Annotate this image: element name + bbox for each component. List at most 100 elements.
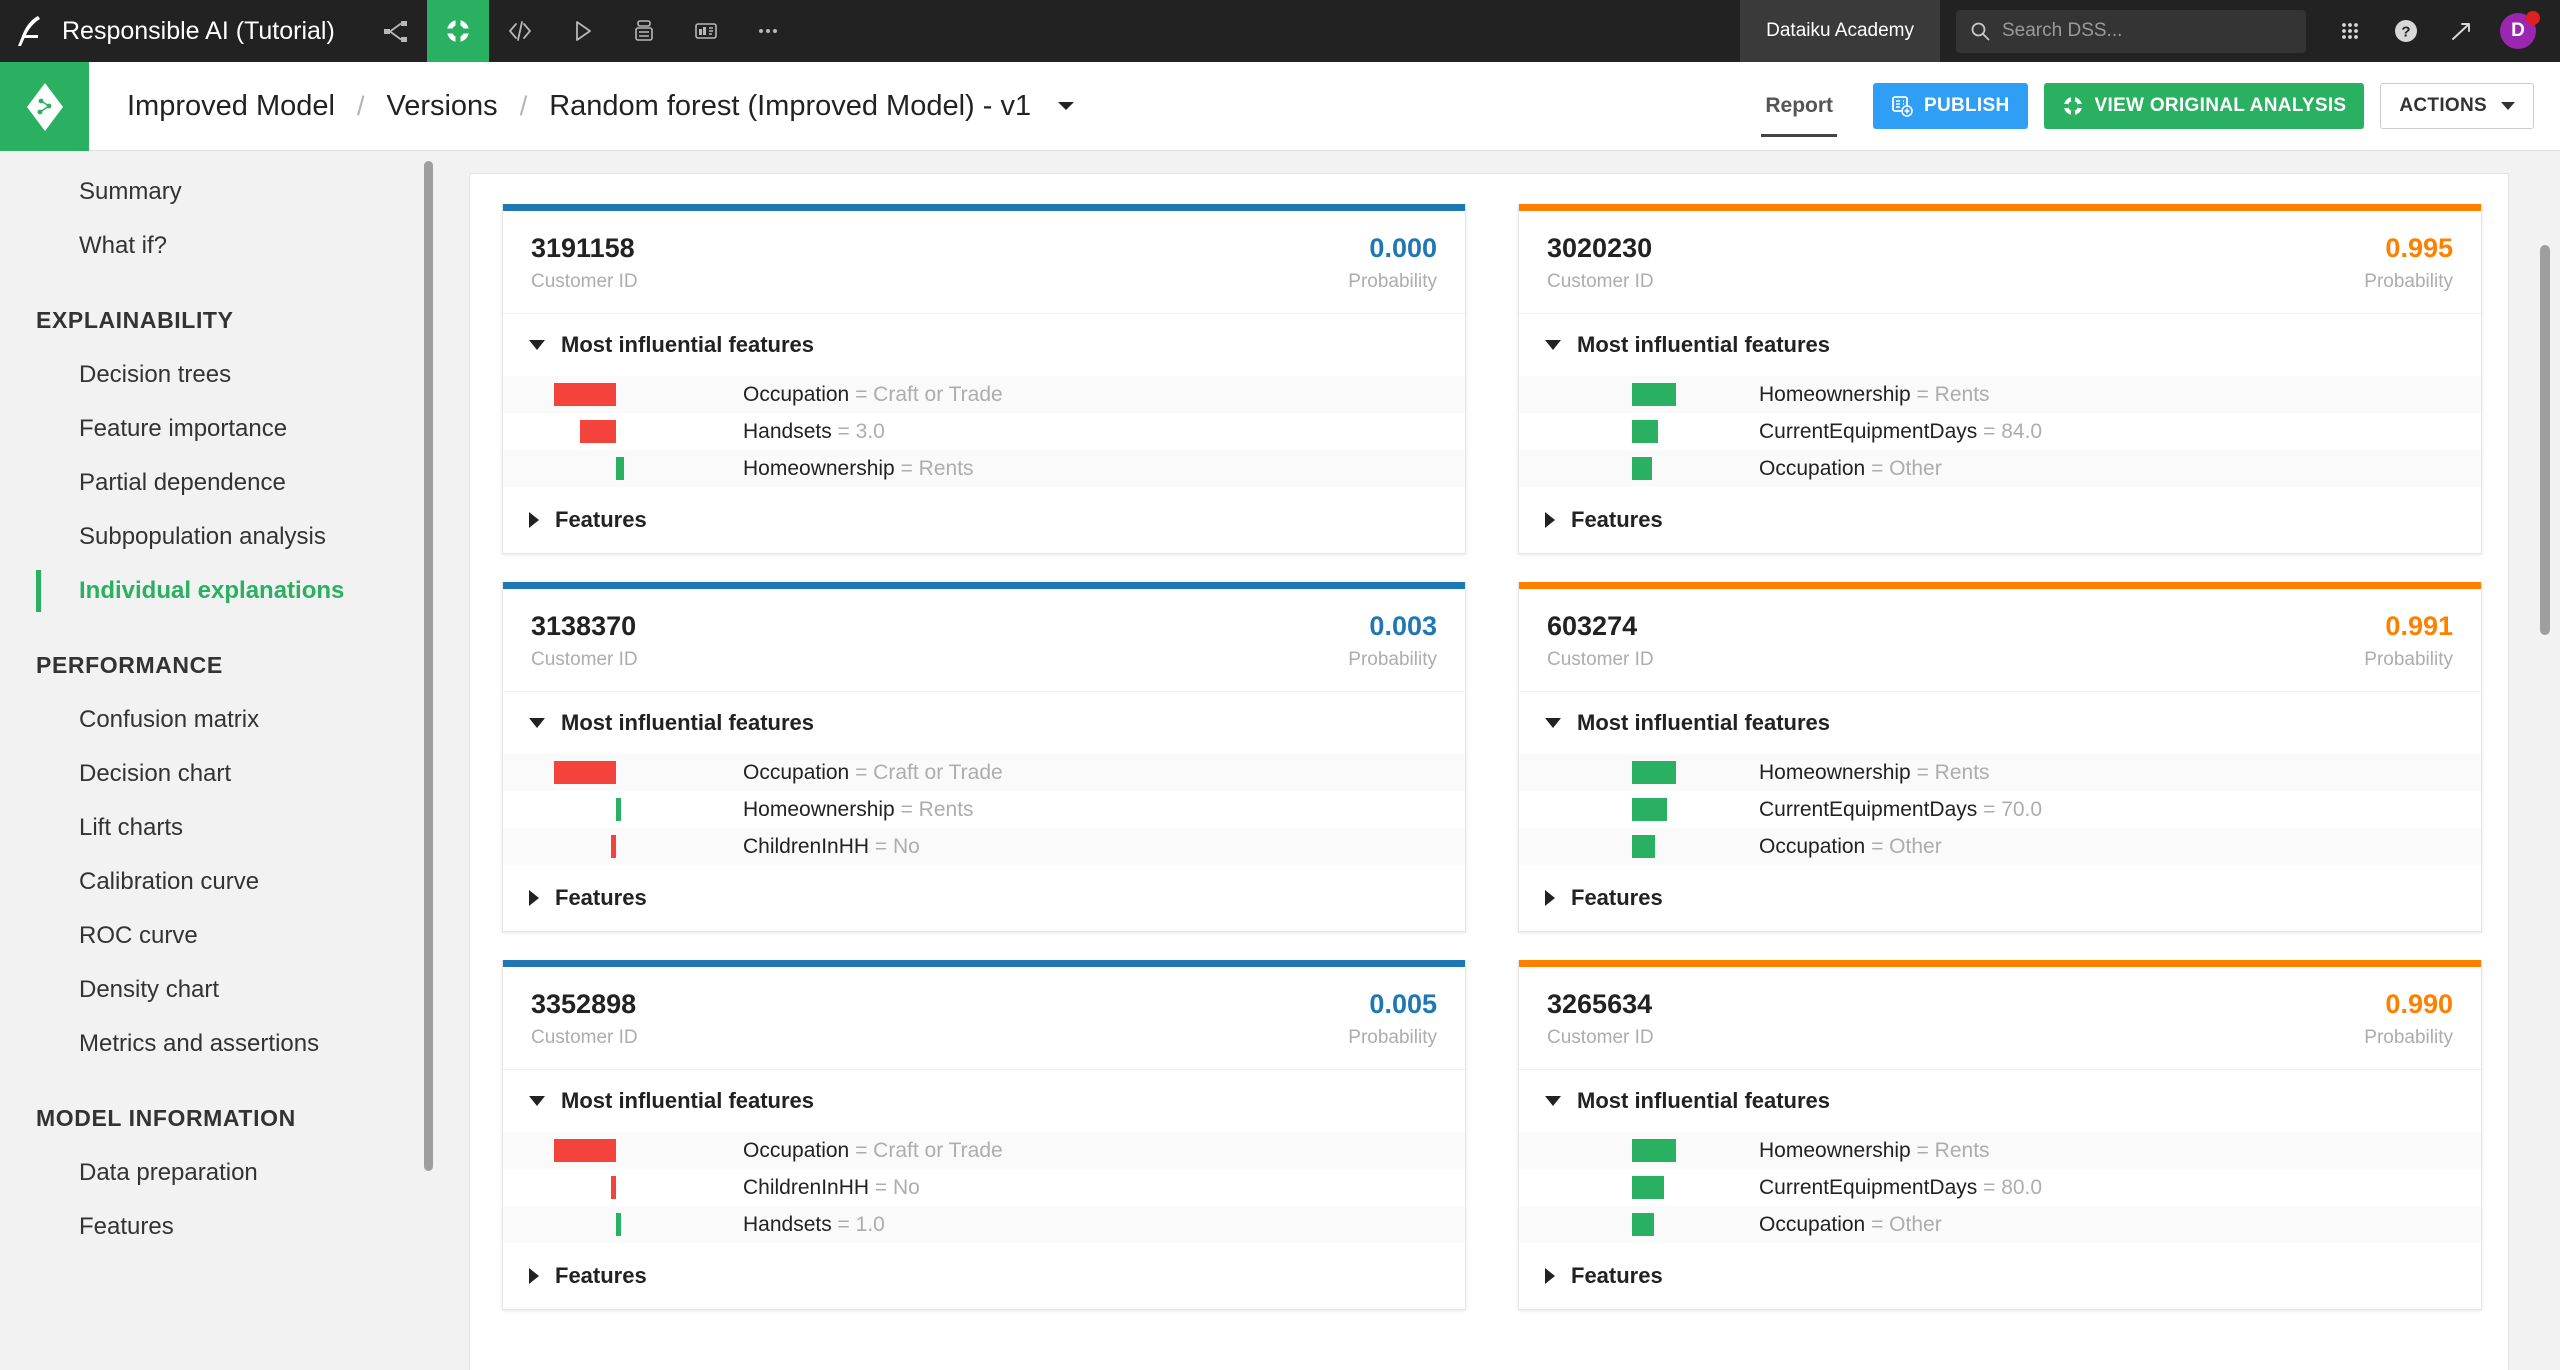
academy-link[interactable]: Dataiku Academy [1740, 0, 1940, 62]
jobs-icon[interactable] [613, 0, 675, 62]
sidebar-item-roc-curve[interactable]: ROC curve [0, 909, 445, 963]
content-scrollbar[interactable] [2540, 245, 2550, 635]
sidebar-item-label: Data preparation [79, 1159, 258, 1187]
explanation-card: 3265634Customer ID 0.990Probability Most i… [1518, 960, 2482, 1310]
feature-row: Homeownership = Rents [1519, 376, 2481, 413]
search-input[interactable]: Search DSS... [1956, 10, 2306, 53]
notification-badge [2526, 11, 2540, 25]
code-icon[interactable] [489, 0, 551, 62]
more-icon[interactable] [737, 0, 799, 62]
help-icon[interactable]: ? [2378, 0, 2434, 62]
feature-value: = Rents [895, 798, 974, 821]
most-influential-features-toggle[interactable]: Most influential features [1519, 1070, 2481, 1132]
feature-row: Occupation = Other [1519, 1206, 2481, 1243]
trending-icon[interactable] [2434, 0, 2490, 62]
run-icon[interactable] [551, 0, 613, 62]
card-header: 3352898Customer ID0.005Probability [503, 967, 1465, 1070]
flow-icon[interactable] [365, 0, 427, 62]
feature-label: ChildrenInHH = No [743, 1176, 920, 1200]
most-influential-features-toggle[interactable]: Most influential features [1519, 314, 2481, 376]
features-toggle[interactable]: Features [503, 865, 1465, 931]
most-influential-features-toggle[interactable]: Most influential features [503, 692, 1465, 754]
card-id-group: 3265634Customer ID [1547, 989, 1654, 1049]
sidebar-item-label: Features [79, 1213, 174, 1241]
sidebar-item-summary[interactable]: Summary [0, 165, 445, 219]
card-header: 3138370Customer ID0.003Probability [503, 589, 1465, 692]
sidebar-item-decision-trees[interactable]: Decision trees [0, 348, 445, 402]
breadcrumb-item-1[interactable]: Versions [386, 90, 497, 123]
customer-id-label: Customer ID [1547, 271, 1654, 293]
feature-value: = 1.0 [832, 1213, 885, 1236]
sidebar-item-subpopulation-analysis[interactable]: Subpopulation analysis [0, 510, 445, 564]
sidebar-item-label: Partial dependence [79, 469, 286, 497]
most-influential-features-toggle[interactable]: Most influential features [503, 314, 1465, 376]
probability-label: Probability [1348, 649, 1437, 671]
sidebar-item-individual-explanations[interactable]: Individual explanations [0, 564, 445, 618]
features-toggle[interactable]: Features [1519, 865, 2481, 931]
apps-grid-icon[interactable] [2322, 0, 2378, 62]
feature-contribution-bar [1632, 420, 1658, 443]
view-original-analysis-button[interactable]: VIEW ORIGINAL ANALYSIS [2044, 83, 2365, 129]
tab-report[interactable]: Report [1741, 62, 1857, 151]
feature-contribution-bar [554, 761, 616, 784]
sidebar-item-density-chart[interactable]: Density chart [0, 963, 445, 1017]
feature-row: Handsets = 3.0 [503, 413, 1465, 450]
sidebar-item-confusion-matrix[interactable]: Confusion matrix [0, 693, 445, 747]
publish-button[interactable]: PUBLISH [1873, 83, 2028, 129]
feature-bar-area [1519, 754, 1759, 791]
feature-label: Occupation = Craft or Trade [743, 1139, 1003, 1163]
most-influential-features-toggle[interactable]: Most influential features [1519, 692, 2481, 754]
card-accent-bar [503, 960, 1465, 967]
feature-contribution-bar [1632, 1139, 1676, 1162]
publish-label: PUBLISH [1924, 95, 2010, 117]
breadcrumb-item-2[interactable]: Random forest (Improved Model) - v1 [549, 90, 1031, 123]
avatar[interactable]: D [2490, 0, 2546, 62]
grid-dots-glyph [2337, 18, 2363, 44]
feature-contribution-bar [1632, 761, 1676, 784]
features-toggle[interactable]: Features [1519, 1243, 2481, 1309]
chevron-down-icon [529, 340, 545, 350]
breadcrumb-item-0[interactable]: Improved Model [127, 90, 335, 123]
sidebar-item-label: ROC curve [79, 922, 198, 950]
sidebar-item-features[interactable]: Features [0, 1200, 445, 1254]
feature-label: ChildrenInHH = No [743, 835, 920, 859]
lab-icon[interactable] [427, 0, 489, 62]
card-probability-group: 0.990Probability [2364, 989, 2453, 1049]
chevron-right-icon [529, 890, 539, 906]
feature-row: Homeownership = Rents [503, 450, 1465, 487]
most-influential-features-toggle[interactable]: Most influential features [503, 1070, 1465, 1132]
sidebar-item-label: Decision trees [79, 361, 231, 389]
feature-label: CurrentEquipmentDays = 80.0 [1759, 1176, 2042, 1200]
sidebar-scrollbar[interactable] [424, 161, 433, 1171]
sidebar-item-data-preparation[interactable]: Data preparation [0, 1146, 445, 1200]
features-toggle[interactable]: Features [503, 487, 1465, 553]
dataiku-logo[interactable] [0, 0, 62, 62]
card-probability-group: 0.991Probability [2364, 611, 2453, 671]
sidebar-item-decision-chart[interactable]: Decision chart [0, 747, 445, 801]
svg-text:?: ? [2401, 24, 2410, 41]
features-toggle[interactable]: Features [1519, 487, 2481, 553]
sidebar-item-lift-charts[interactable]: Lift charts [0, 801, 445, 855]
customer-id-label: Customer ID [531, 1027, 638, 1049]
sidebar-item-what-if[interactable]: What if? [0, 219, 445, 273]
sidebar-item-feature-importance[interactable]: Feature importance [0, 402, 445, 456]
sidebar-item-metrics-and-assertions[interactable]: Metrics and assertions [0, 1017, 445, 1071]
sidebar-item-partial-dependence[interactable]: Partial dependence [0, 456, 445, 510]
dashboard-icon[interactable] [675, 0, 737, 62]
actions-button[interactable]: ACTIONS [2380, 83, 2534, 129]
feature-contribution-bar [616, 1213, 621, 1236]
project-title[interactable]: Responsible AI (Tutorial) [62, 0, 365, 62]
chevron-down-icon[interactable] [1057, 100, 1075, 112]
features-toggle[interactable]: Features [503, 1243, 1465, 1309]
features-label: Features [555, 885, 647, 911]
feature-bar-area [1519, 450, 1759, 487]
feature-label: Occupation = Other [1759, 835, 1942, 859]
card-id-group: 3191158Customer ID [531, 233, 638, 293]
feature-name: Occupation [743, 1139, 849, 1162]
sidebar-item-calibration-curve[interactable]: Calibration curve [0, 855, 445, 909]
feature-row: Occupation = Other [1519, 828, 2481, 865]
features-label: Features [555, 507, 647, 533]
feature-bar-area [503, 1169, 743, 1206]
sidebar-item-label: Confusion matrix [79, 706, 259, 734]
lab-glyph [445, 18, 471, 44]
